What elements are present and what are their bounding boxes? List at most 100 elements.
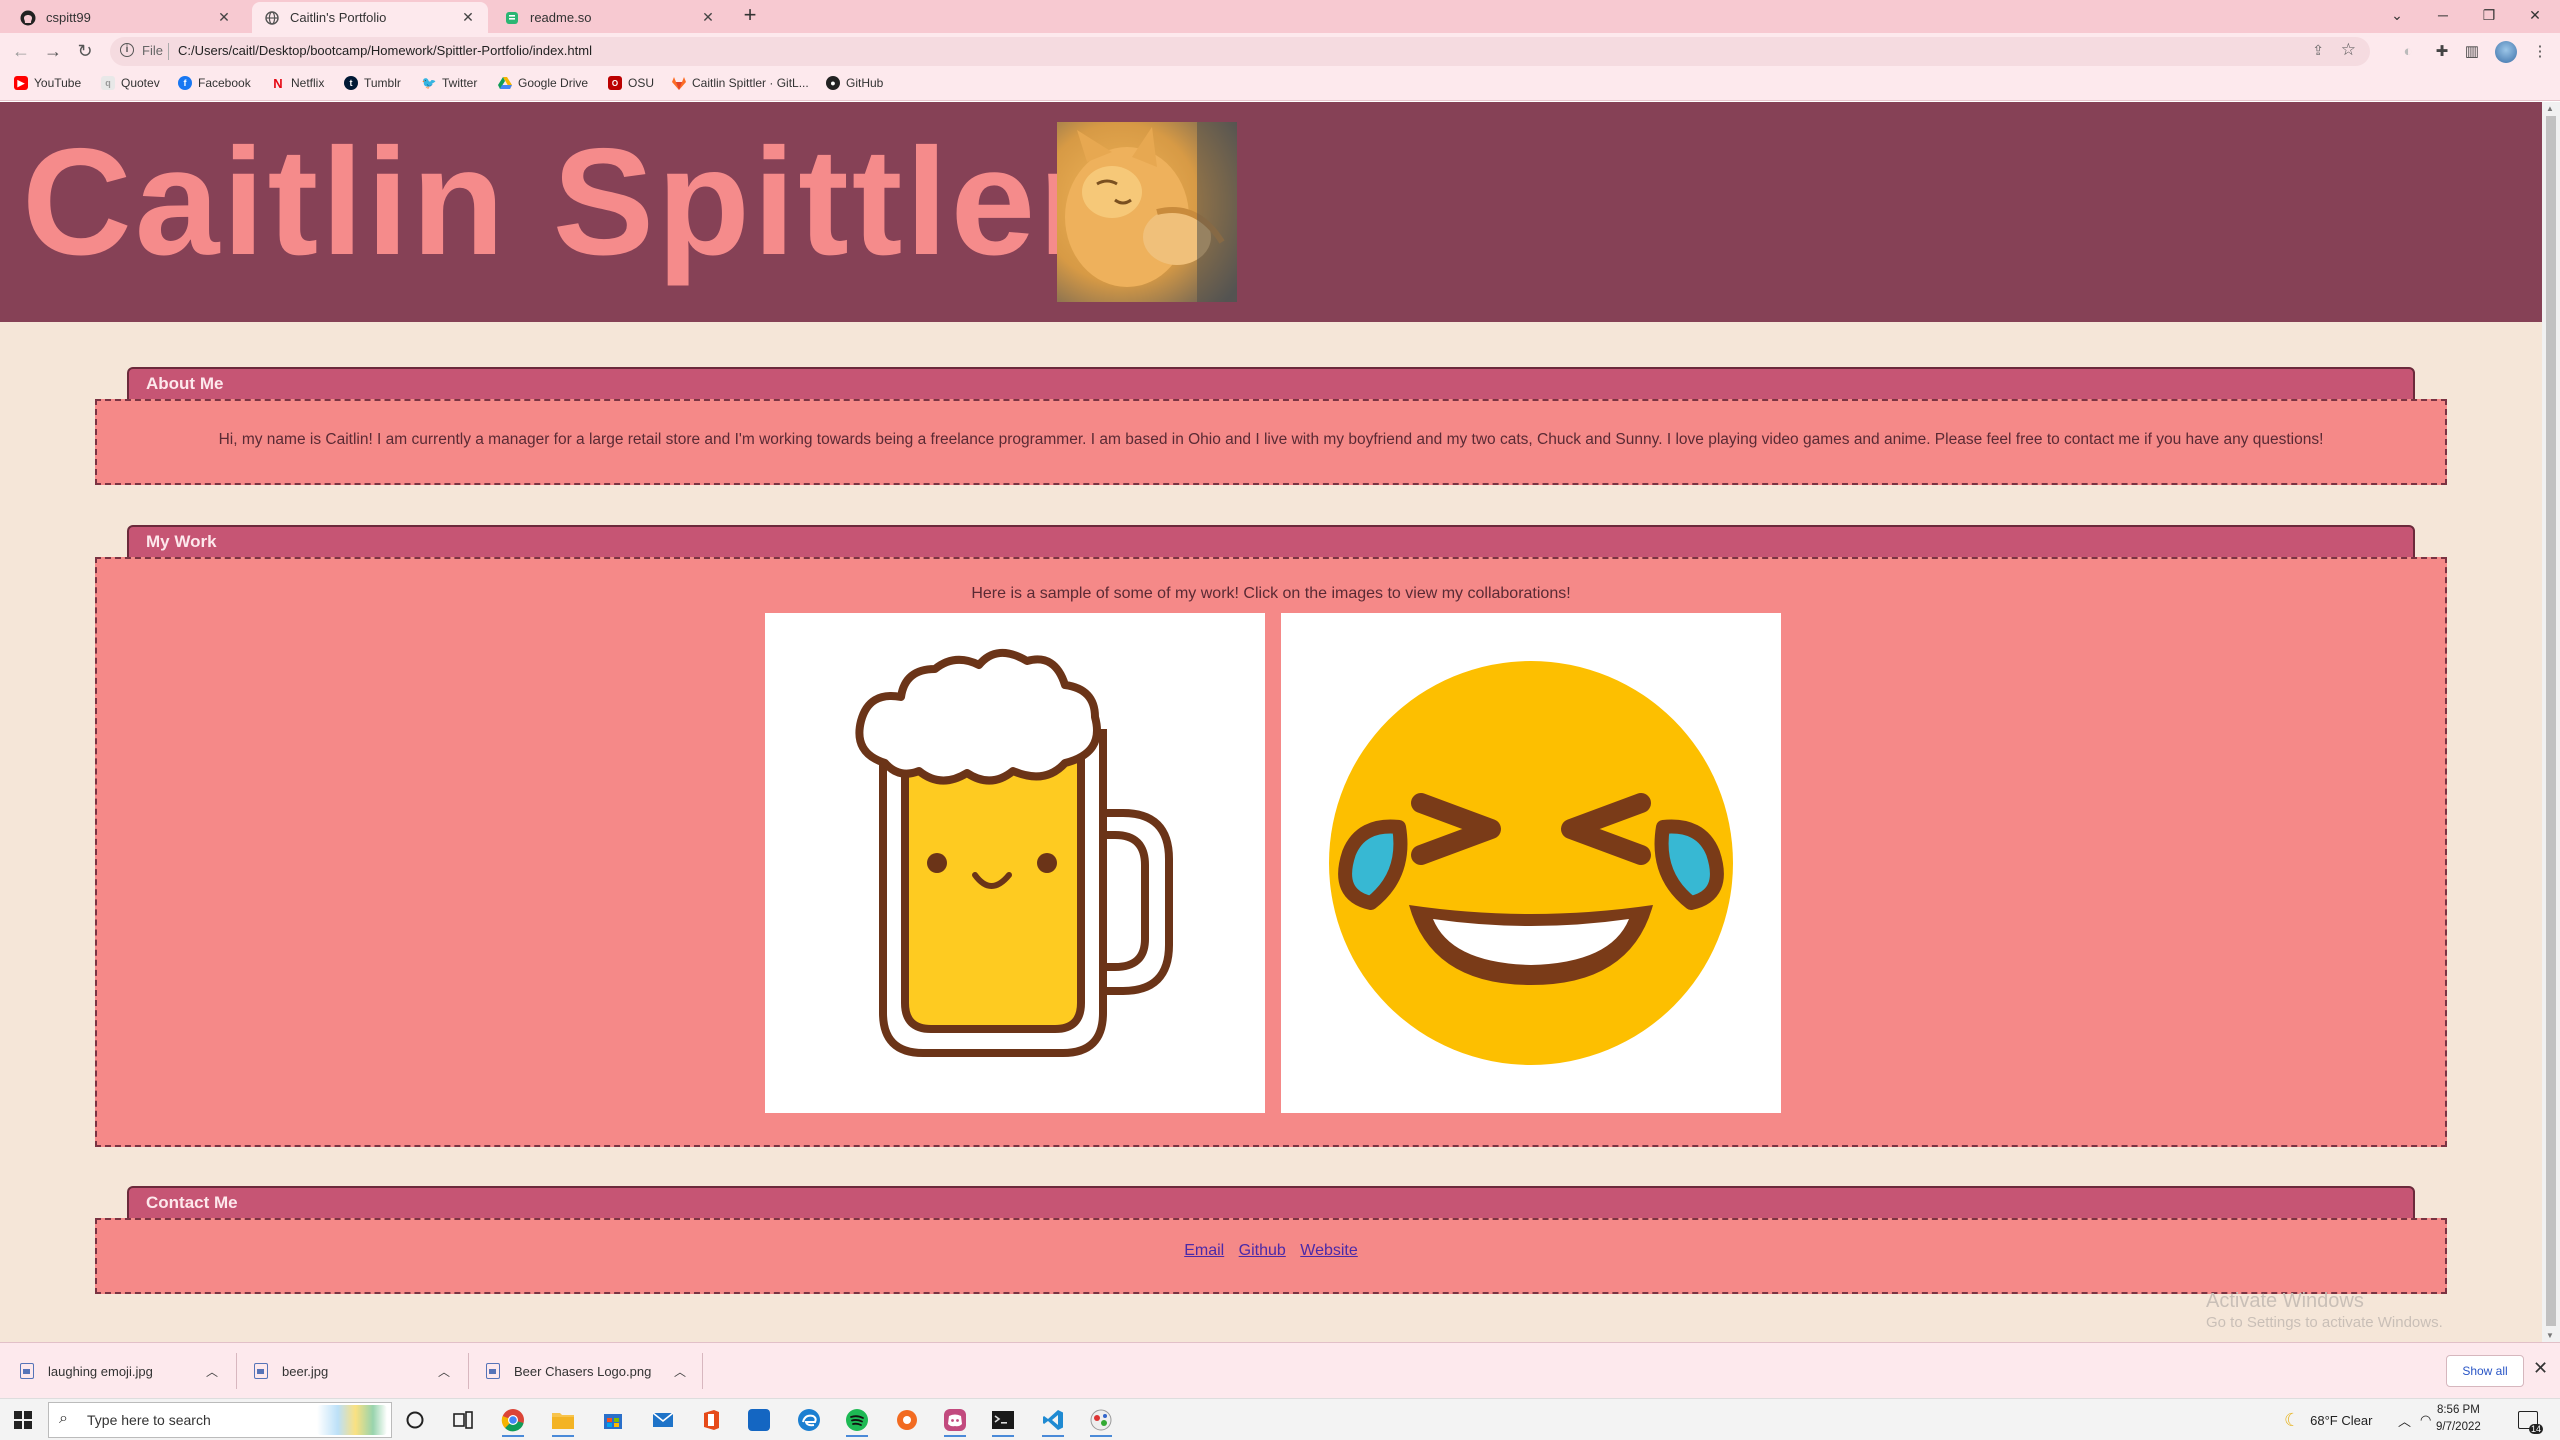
chevron-up-icon[interactable]: ︿ [438, 1363, 450, 1380]
email-link[interactable]: Email [1184, 1242, 1224, 1259]
url-text[interactable]: C:/Users/caitl/Desktop/bootcamp/Homework… [178, 43, 592, 58]
work-intro: Here is a sample of some of my work! Cli… [971, 585, 1571, 602]
bookmark-github[interactable]: ● GitHub [826, 76, 883, 90]
about-heading: About Me [146, 374, 224, 393]
file-explorer-icon[interactable] [544, 1403, 582, 1437]
download-item-laughing-emoji[interactable]: laughing emoji.jpg ︿ [20, 1343, 218, 1399]
notification-center-icon[interactable]: 14 [2518, 1399, 2543, 1440]
search-icon: ⌕ [59, 1410, 68, 1427]
chevron-up-icon[interactable]: ︿ [206, 1363, 218, 1380]
bookmark-netflix[interactable]: N Netflix [271, 75, 324, 91]
laughing-emoji-project-image[interactable] [1281, 613, 1781, 1113]
bookmark-tumblr[interactable]: t Tumblr [344, 76, 401, 90]
more-menu-icon[interactable]: ⋮ [2530, 41, 2550, 61]
readme-icon [504, 10, 520, 26]
work-heading-bar: My Work [127, 525, 2415, 559]
about-section: Hi, my name is Caitlin! I am currently a… [95, 399, 2447, 485]
page-viewport: Caitlin Spittler About Me Hi, my name is… [0, 102, 2542, 1342]
minimize-button[interactable]: ─ [2420, 0, 2466, 30]
chrome-icon[interactable] [494, 1403, 532, 1437]
beer-mug-project-image[interactable] [765, 613, 1265, 1113]
bookmark-osu[interactable]: O OSU [608, 76, 654, 90]
download-shelf: laughing emoji.jpg ︿ beer.jpg ︿ Beer Cha… [0, 1342, 2560, 1398]
restore-button[interactable]: ❐ [2466, 0, 2512, 30]
gitlab-icon [672, 76, 686, 90]
back-icon[interactable]: ← [8, 38, 34, 64]
extensions-puzzle-icon[interactable]: ✚ [2432, 41, 2452, 61]
scroll-down-icon[interactable]: ▼ [2546, 1331, 2554, 1340]
page-scrollbar[interactable]: ▲ ▼ [2542, 102, 2560, 1342]
discord-icon[interactable] [936, 1403, 974, 1437]
tumblr-icon: t [344, 76, 358, 90]
vscode-icon[interactable] [1034, 1403, 1072, 1437]
download-item-beer[interactable]: beer.jpg ︿ [254, 1343, 450, 1399]
contact-heading-bar: Contact Me [127, 1186, 2415, 1220]
edge-icon[interactable] [790, 1403, 828, 1437]
share-icon[interactable]: ⇪ [2312, 42, 2324, 59]
media-app-icon[interactable] [888, 1403, 926, 1437]
system-clock[interactable]: 8:56 PM 9/7/2022 [2436, 1402, 2481, 1436]
github-icon [20, 10, 36, 26]
activate-windows-subtext: Go to Settings to activate Windows. [2206, 1314, 2443, 1331]
address-bar[interactable]: i File C:/Users/caitl/Desktop/bootcamp/H… [110, 37, 2370, 66]
globe-icon [264, 10, 280, 26]
bookmark-twitter[interactable]: 🐦 Twitter [422, 76, 478, 90]
github-link[interactable]: Github [1239, 1242, 1286, 1259]
show-all-downloads-button[interactable]: Show all [2446, 1355, 2524, 1387]
contact-links: Email Github Website [97, 1242, 2445, 1260]
microsoft-store-icon[interactable] [594, 1403, 632, 1437]
show-hidden-icons-icon[interactable]: ︿ [2398, 1399, 2411, 1440]
website-link[interactable]: Website [1300, 1242, 1358, 1259]
task-view-icon[interactable] [444, 1403, 482, 1437]
moon-icon: ☾ [2284, 1409, 2301, 1430]
download-item-beer-chasers-logo[interactable]: Beer Chasers Logo.png ︿ [486, 1343, 686, 1399]
profile-avatar[interactable] [2495, 41, 2517, 63]
side-panel-icon[interactable]: ▥ [2462, 41, 2482, 61]
contact-section: Email Github Website [95, 1218, 2447, 1294]
contact-heading: Contact Me [146, 1193, 238, 1212]
osu-icon: O [608, 76, 622, 90]
bookmark-quotev[interactable]: q Quotev [101, 76, 160, 90]
chevron-up-icon[interactable]: ︿ [674, 1363, 686, 1380]
game-launcher-icon[interactable] [1082, 1403, 1120, 1437]
mail-icon[interactable] [644, 1403, 682, 1437]
tab-readme-so[interactable]: readme.so ✕ [492, 2, 728, 33]
facebook-icon: f [178, 76, 192, 90]
reload-icon[interactable]: ↻ [72, 38, 98, 64]
tab-search-icon[interactable]: ⌄ [2374, 0, 2420, 30]
cortana-icon[interactable] [396, 1403, 434, 1437]
windows-start-icon[interactable] [14, 1411, 32, 1429]
netflix-icon: N [273, 75, 283, 91]
extension-icon[interactable]: ◐ [2398, 41, 2418, 61]
tab-strip: cspitt99 ✕ Caitlin's Portfolio ✕ readme.… [0, 0, 2560, 33]
about-text: Hi, my name is Caitlin! I am currently a… [218, 431, 2324, 448]
bookmark-google-drive[interactable]: Google Drive [498, 76, 588, 90]
office-icon[interactable] [692, 1403, 730, 1437]
spotify-icon[interactable] [838, 1403, 876, 1437]
wifi-icon[interactable]: ◠ [2420, 1399, 2431, 1440]
tab-cspitt99[interactable]: cspitt99 ✕ [8, 2, 244, 33]
close-tab-icon[interactable]: ✕ [700, 9, 716, 26]
bookmark-facebook[interactable]: f Facebook [178, 76, 251, 90]
new-tab-button[interactable]: + [738, 4, 762, 28]
info-icon[interactable]: i [120, 43, 134, 57]
bookmark-youtube[interactable]: ▶ YouTube [14, 76, 81, 90]
tab-caitlins-portfolio[interactable]: Caitlin's Portfolio ✕ [252, 2, 488, 33]
image-file-icon [486, 1363, 500, 1379]
close-tab-icon[interactable]: ✕ [460, 9, 476, 26]
close-window-button[interactable]: ✕ [2512, 0, 2558, 30]
desktop-app-icon[interactable] [740, 1403, 778, 1437]
scrollbar-thumb[interactable] [2546, 116, 2556, 1326]
bookmark-gitlab[interactable]: Caitlin Spittler · GitL... [672, 76, 809, 90]
close-tab-icon[interactable]: ✕ [216, 9, 232, 26]
activate-windows-watermark: Activate Windows [2206, 1290, 2364, 1312]
github-icon: ● [826, 76, 840, 90]
weather-widget[interactable]: ☾ 68°F Clear [2284, 1399, 2372, 1440]
scroll-up-icon[interactable]: ▲ [2546, 104, 2554, 113]
terminal-icon[interactable] [984, 1403, 1022, 1437]
work-section: Here is a sample of some of my work! Cli… [95, 557, 2447, 1147]
taskbar-search-input[interactable]: ⌕ Type here to search [48, 1402, 392, 1438]
forward-icon[interactable]: → [40, 38, 66, 64]
bookmark-star-icon[interactable]: ☆ [2341, 40, 2356, 60]
close-download-shelf-icon[interactable]: ✕ [2533, 1358, 2548, 1379]
